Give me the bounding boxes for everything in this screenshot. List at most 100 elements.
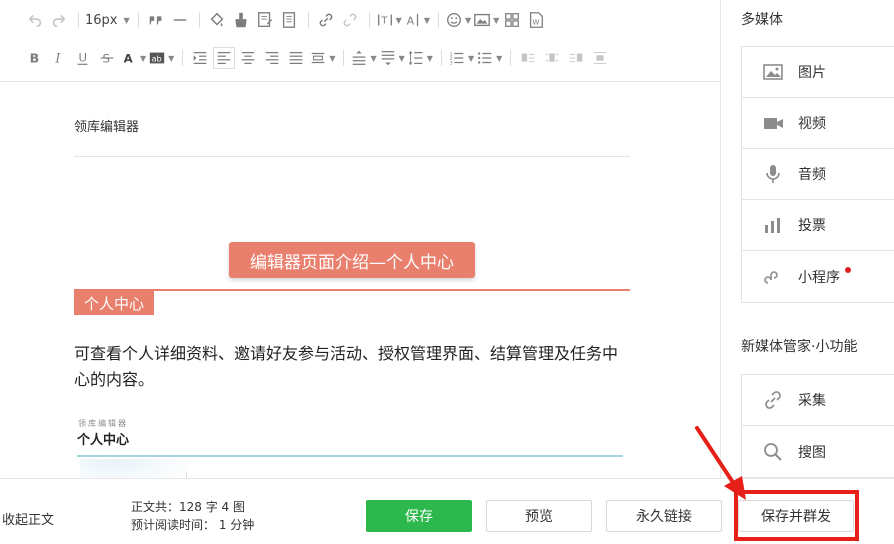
text-spacing-icon: T [377,14,392,27]
link-icon [319,13,333,27]
screenshot-tick [186,471,187,478]
spacing-after-button[interactable]: ▼ [379,47,405,69]
toolbar-divider [307,12,309,28]
collapse-content-link[interactable]: 收起正文 [2,509,54,528]
bullet-list-icon [478,52,492,64]
align-center-button[interactable] [237,47,259,69]
save-button[interactable]: 保存 [366,500,472,532]
toolbar-divider [182,50,184,66]
image-center-button[interactable] [589,47,611,69]
numbered-list-icon: 123 [450,51,464,66]
strikethrough-icon: S [100,52,114,66]
notification-dot [845,267,851,273]
svg-text:3: 3 [450,60,453,66]
sidebar-item-label: 小程序 [798,269,840,286]
toolbar: 16px ▼ T ▼ A ▼ ▼ ▼ W B I U A ▼ ab ▼ ▼ ▼ … [0,0,720,82]
chevron-down-icon: ▼ [395,15,402,25]
screenshot-divider [77,455,623,457]
tools-group: 采集 搜图 [741,374,894,478]
ordered-list-button[interactable]: 1 2 3 ▼ [448,47,474,69]
align-right-button[interactable] [261,47,283,69]
font-size-select[interactable]: 16px ▼ [85,9,130,31]
document-button[interactable] [278,9,300,31]
article-title-banner: 编辑器页面介绍—个人中心 [229,242,475,278]
float-right-button[interactable] [565,47,587,69]
italic-icon: I [54,51,61,66]
blockquote-button[interactable] [145,9,167,31]
emoji-button[interactable]: ▼ [445,9,471,31]
italic-button[interactable]: I [48,47,70,69]
preview-button[interactable]: 预览 [486,500,592,532]
right-sidebar: 多媒体 图片 视频 音频 投票 小程序 新媒体管家·小功能 采集 搜图 [721,0,894,478]
redo-icon [52,14,65,28]
document-icon [282,12,295,28]
sidebar-item-vote[interactable]: 投票 [742,200,894,251]
underline-button[interactable]: U [72,47,94,69]
unlink-icon [343,13,357,27]
word-import-button[interactable]: W [525,9,547,31]
sidebar-item-image-search[interactable]: 搜图 [742,426,894,477]
editor-page: 16px ▼ T ▼ A ▼ ▼ ▼ W B I U A ▼ ab ▼ ▼ ▼ … [0,0,894,544]
toolbar-divider [437,12,439,28]
chevron-down-icon: ▼ [423,15,430,25]
sidebar-item-mini-program[interactable]: 小程序 [742,251,894,302]
highlight-box [734,490,859,541]
float-left-button[interactable] [517,47,539,69]
picture-icon [474,13,490,27]
chevron-down-icon: ▼ [496,53,503,63]
editor-brand-text: 领库编辑器 [74,120,140,135]
align-justify-button[interactable] [285,47,307,69]
spacing-before-button[interactable]: ▼ [350,47,377,69]
font-size-value: 16px [85,12,118,28]
insert-link-button[interactable] [315,9,337,31]
layout-grid-button[interactable] [501,9,523,31]
align-justify-icon [290,51,303,65]
article-paragraph: 可查看个人详细资料、邀请好友参与活动、授权管理界面、结算管理及任务中心的内容。 [74,344,619,389]
sidebar-item-label: 搜图 [798,444,826,461]
chevron-down-icon: ▼ [329,53,336,63]
reading-time-text: 预计阅读时间： 1 分钟 [131,518,255,532]
bold-icon: B [30,51,40,66]
format-painter-button[interactable] [206,9,228,31]
permalink-button[interactable]: 永久链接 [606,500,722,532]
sidebar-item-collect[interactable]: 采集 [742,375,894,426]
align-left-icon [218,51,231,65]
bold-button[interactable]: B [24,47,46,69]
indent-button[interactable] [189,47,211,69]
unlink-button[interactable] [339,9,361,31]
line-spacing-button[interactable]: ▼ [407,47,433,69]
font-color-button[interactable]: A ▼ [120,47,147,69]
letter-spacing-button[interactable]: T ▼ [376,9,402,31]
align-left-button[interactable] [213,47,236,69]
bullet-list-button[interactable]: ▼ [476,47,502,69]
chevron-down-icon: ▼ [426,53,433,63]
sidebar-item-video[interactable]: 视频 [742,98,894,149]
redo-button[interactable] [48,9,70,31]
toolbar-divider [198,12,200,28]
editor-content-area[interactable]: 领库编辑器 编辑器页面介绍—个人中心 个人中心 可查看个人详细资料、邀请好友参与… [0,83,720,478]
sidebar-item-audio[interactable]: 音频 [742,149,894,200]
background-color-button[interactable]: ab ▼ [148,47,174,69]
chevron-down-icon: ▼ [467,53,475,63]
horizontal-line-icon [173,19,186,21]
chevron-down-icon: ▼ [398,53,405,63]
line-height-button[interactable]: A ▼ [404,9,430,31]
search-icon [762,441,784,463]
horizontal-rule-button[interactable] [169,9,191,31]
chevron-down-icon: ▼ [370,53,377,63]
sidebar-item-image[interactable]: 图片 [742,47,894,98]
toolbar-divider [137,12,139,28]
text-align-menu-button[interactable]: ▼ [309,47,335,69]
undo-button[interactable] [24,9,46,31]
clear-format-button[interactable] [230,9,252,31]
align-center-icon [242,51,255,65]
paragraph-spacing-icon [353,50,366,65]
toolbar-divider [78,12,79,28]
svg-text:W: W [533,18,540,27]
svg-text:A: A [124,52,133,66]
insert-template-button[interactable] [254,9,276,31]
float-none-button[interactable] [541,47,563,69]
align-menu-icon [312,52,325,64]
insert-image-button[interactable]: ▼ [473,9,499,31]
strikethrough-button[interactable]: S [96,47,118,69]
